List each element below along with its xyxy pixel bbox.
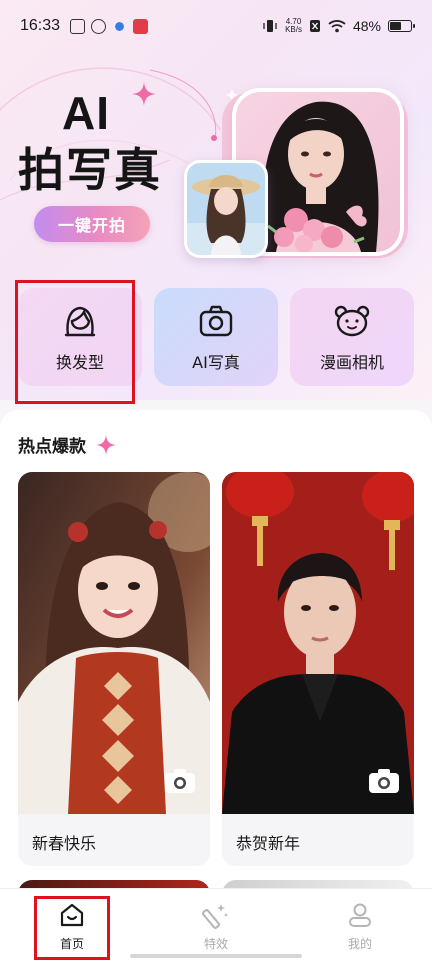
highlight-box [34, 896, 110, 960]
camera-icon[interactable] [368, 768, 400, 794]
home-indicator [130, 954, 302, 958]
nav-label: 我的 [347, 937, 372, 951]
paw-icon [112, 18, 128, 34]
profile-icon [349, 903, 371, 927]
nav-profile[interactable]: 我的 [320, 901, 400, 957]
template-card-label: 恭贺新年 [236, 834, 301, 853]
tile-comic-camera[interactable]: 漫画相机 [290, 288, 414, 386]
net-speed: 4.70 KB/s [285, 18, 302, 34]
nav-effects[interactable]: 特效 [176, 901, 256, 957]
wifi-icon [328, 20, 346, 33]
vibrate-icon [263, 20, 277, 32]
sparkle-icon [95, 435, 116, 455]
nav-label: 特效 [203, 937, 228, 951]
net-speed-unit: KB/s [285, 25, 302, 34]
camera-icon [199, 305, 233, 337]
tile-ai-portrait[interactable]: AI写真 [154, 288, 278, 386]
notification-app-icon [91, 18, 107, 34]
template-card-label: 新春快乐 [32, 834, 97, 853]
new-year-girl-image [18, 472, 210, 814]
no-sim-icon [309, 20, 320, 32]
status-time: 16:33 [20, 17, 61, 34]
highlight-box [15, 280, 135, 404]
magic-wand-icon [202, 904, 228, 929]
sparkle-icon [132, 82, 156, 106]
portrait-woman-straw-hat-image [187, 163, 265, 255]
template-card[interactable]: 新春快乐 [18, 472, 210, 866]
template-card-image [222, 472, 414, 814]
section-title-text: 热点爆款 [18, 437, 86, 457]
notification-app-icon [70, 18, 86, 34]
camera-icon[interactable] [164, 768, 196, 794]
status-bar: 16:33 4.70 KB/s 48% [0, 0, 432, 52]
sample-portrait-small [184, 160, 268, 258]
one-click-shoot-button[interactable]: 一键开拍 [34, 206, 150, 242]
template-card[interactable]: 恭贺新年 [222, 472, 414, 866]
tile-label: 漫画相机 [319, 353, 384, 372]
battery-percent: 48% [352, 18, 381, 34]
section-title: 热点爆款 [18, 432, 116, 457]
hero-title-main: 拍写真 [18, 143, 162, 197]
status-notification-icons [70, 18, 149, 34]
tile-label: AI写真 [192, 353, 240, 372]
template-card-image [18, 472, 210, 814]
hero-title-ai: AI [62, 87, 110, 139]
battery-icon [388, 20, 415, 32]
status-system-icons: 4.70 KB/s 48% [262, 18, 415, 34]
bear-icon [334, 305, 370, 337]
new-year-man-image [222, 472, 414, 814]
notification-app-icon [133, 18, 149, 34]
